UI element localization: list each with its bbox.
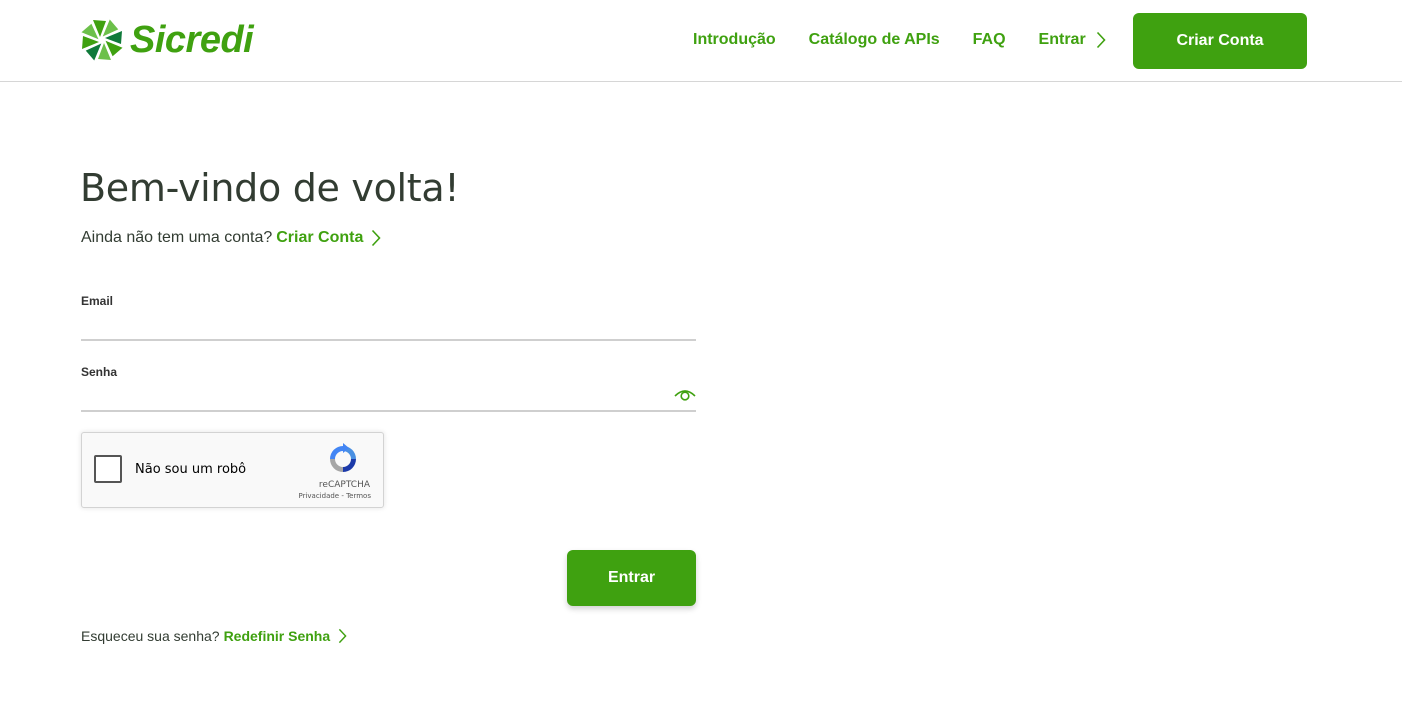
- forgot-password-prompt: Esqueceu sua senha? Redefinir Senha: [81, 628, 347, 644]
- recaptcha-terms-links[interactable]: Privacidade - Termos: [298, 492, 371, 500]
- eye-icon[interactable]: [674, 387, 696, 401]
- main-nav: Introdução Catálogo de APIs FAQ Entrar: [693, 0, 1106, 80]
- email-field: Email: [81, 294, 696, 341]
- reset-password-link[interactable]: Redefinir Senha: [224, 628, 331, 644]
- nav-entrar-label: Entrar: [1038, 31, 1086, 48]
- password-field: Senha: [81, 365, 696, 412]
- login-submit-button[interactable]: Entrar: [567, 550, 696, 606]
- sicredi-logo[interactable]: Sicredi: [80, 16, 254, 64]
- recaptcha-logo-icon: [330, 443, 356, 472]
- chevron-right-icon: [372, 229, 381, 247]
- nav-link-faq[interactable]: FAQ: [973, 31, 1006, 49]
- page-title: Bem-vindo de volta!: [80, 166, 460, 210]
- create-account-prompt: Ainda não tem uma conta? Criar Conta: [81, 229, 381, 247]
- chevron-right-icon: [1096, 31, 1106, 49]
- recaptcha-brand: reCAPTCHA: [318, 480, 370, 490]
- recaptcha-label: Não sou um robô: [135, 462, 247, 477]
- site-header: Sicredi Introdução Catálogo de APIs FAQ …: [0, 0, 1402, 82]
- recaptcha-widget: Não sou um robô reCAPTCHA Privacidade - …: [81, 432, 384, 508]
- forgot-password-text: Esqueceu sua senha?: [81, 628, 220, 644]
- nav-link-catalogo-apis[interactable]: Catálogo de APIs: [809, 31, 940, 49]
- email-input[interactable]: [81, 313, 661, 337]
- nav-link-introducao[interactable]: Introdução: [693, 31, 776, 49]
- email-label: Email: [81, 294, 114, 308]
- password-label: Senha: [81, 365, 118, 379]
- create-account-button[interactable]: Criar Conta: [1133, 13, 1307, 69]
- recaptcha-checkbox[interactable]: [94, 455, 122, 483]
- sicredi-pinwheel-logo-icon: [81, 19, 123, 61]
- chevron-right-icon: [339, 628, 347, 644]
- no-account-text: Ainda não tem uma conta?: [81, 229, 273, 246]
- create-account-link[interactable]: Criar Conta: [276, 229, 363, 247]
- logo-wordmark: Sicredi: [130, 19, 254, 61]
- password-input[interactable]: [81, 384, 661, 408]
- nav-link-entrar[interactable]: Entrar: [1039, 31, 1106, 49]
